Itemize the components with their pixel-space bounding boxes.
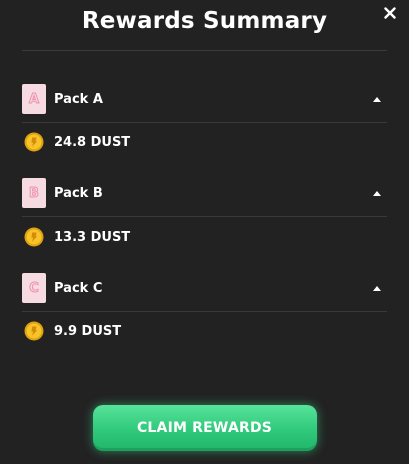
pack-card-icon: C (22, 273, 46, 303)
collapse-caret-icon[interactable] (371, 187, 383, 199)
dust-coin-icon (24, 132, 44, 152)
pack-card-icon: B (22, 178, 46, 208)
claim-rewards-button[interactable]: CLAIM REWARDS (92, 405, 317, 451)
pack-card-icon: A (22, 84, 46, 114)
pack-header-a[interactable]: A Pack A (22, 84, 387, 114)
close-icon (384, 7, 396, 19)
reward-amount: 9.9 DUST (54, 323, 122, 339)
pack-header-b[interactable]: B Pack B (22, 178, 387, 208)
collapse-caret-icon[interactable] (371, 282, 383, 294)
modal-title: Rewards Summary (81, 8, 328, 34)
reward-row-b: 13.3 DUST (22, 226, 387, 248)
collapse-caret-icon[interactable] (371, 93, 383, 105)
reward-amount: 24.8 DUST (54, 134, 131, 150)
reward-row-a: 24.8 DUST (22, 131, 387, 153)
dust-coin-icon (24, 321, 44, 341)
pack-letter: C (29, 280, 40, 296)
close-button[interactable] (379, 2, 401, 24)
pack-divider (22, 216, 387, 217)
pack-name: Pack B (54, 185, 103, 201)
pack-letter: B (29, 185, 40, 201)
claim-rewards-label: CLAIM REWARDS (136, 420, 273, 436)
claim-area: CLAIM REWARDS (0, 405, 409, 451)
dust-coin-icon (24, 227, 44, 247)
pack-header-c[interactable]: C Pack C (22, 273, 387, 303)
pack-name: Pack C (54, 280, 103, 296)
pack-letter: A (28, 91, 40, 107)
pack-name: Pack A (54, 91, 103, 107)
title-divider (22, 50, 387, 51)
reward-row-c: 9.9 DUST (22, 320, 387, 342)
pack-divider (22, 311, 387, 312)
rewards-summary-modal: Rewards Summary A Pack A 24.8 DUST B Pac… (0, 0, 409, 464)
reward-amount: 13.3 DUST (54, 229, 131, 245)
pack-divider (22, 122, 387, 123)
